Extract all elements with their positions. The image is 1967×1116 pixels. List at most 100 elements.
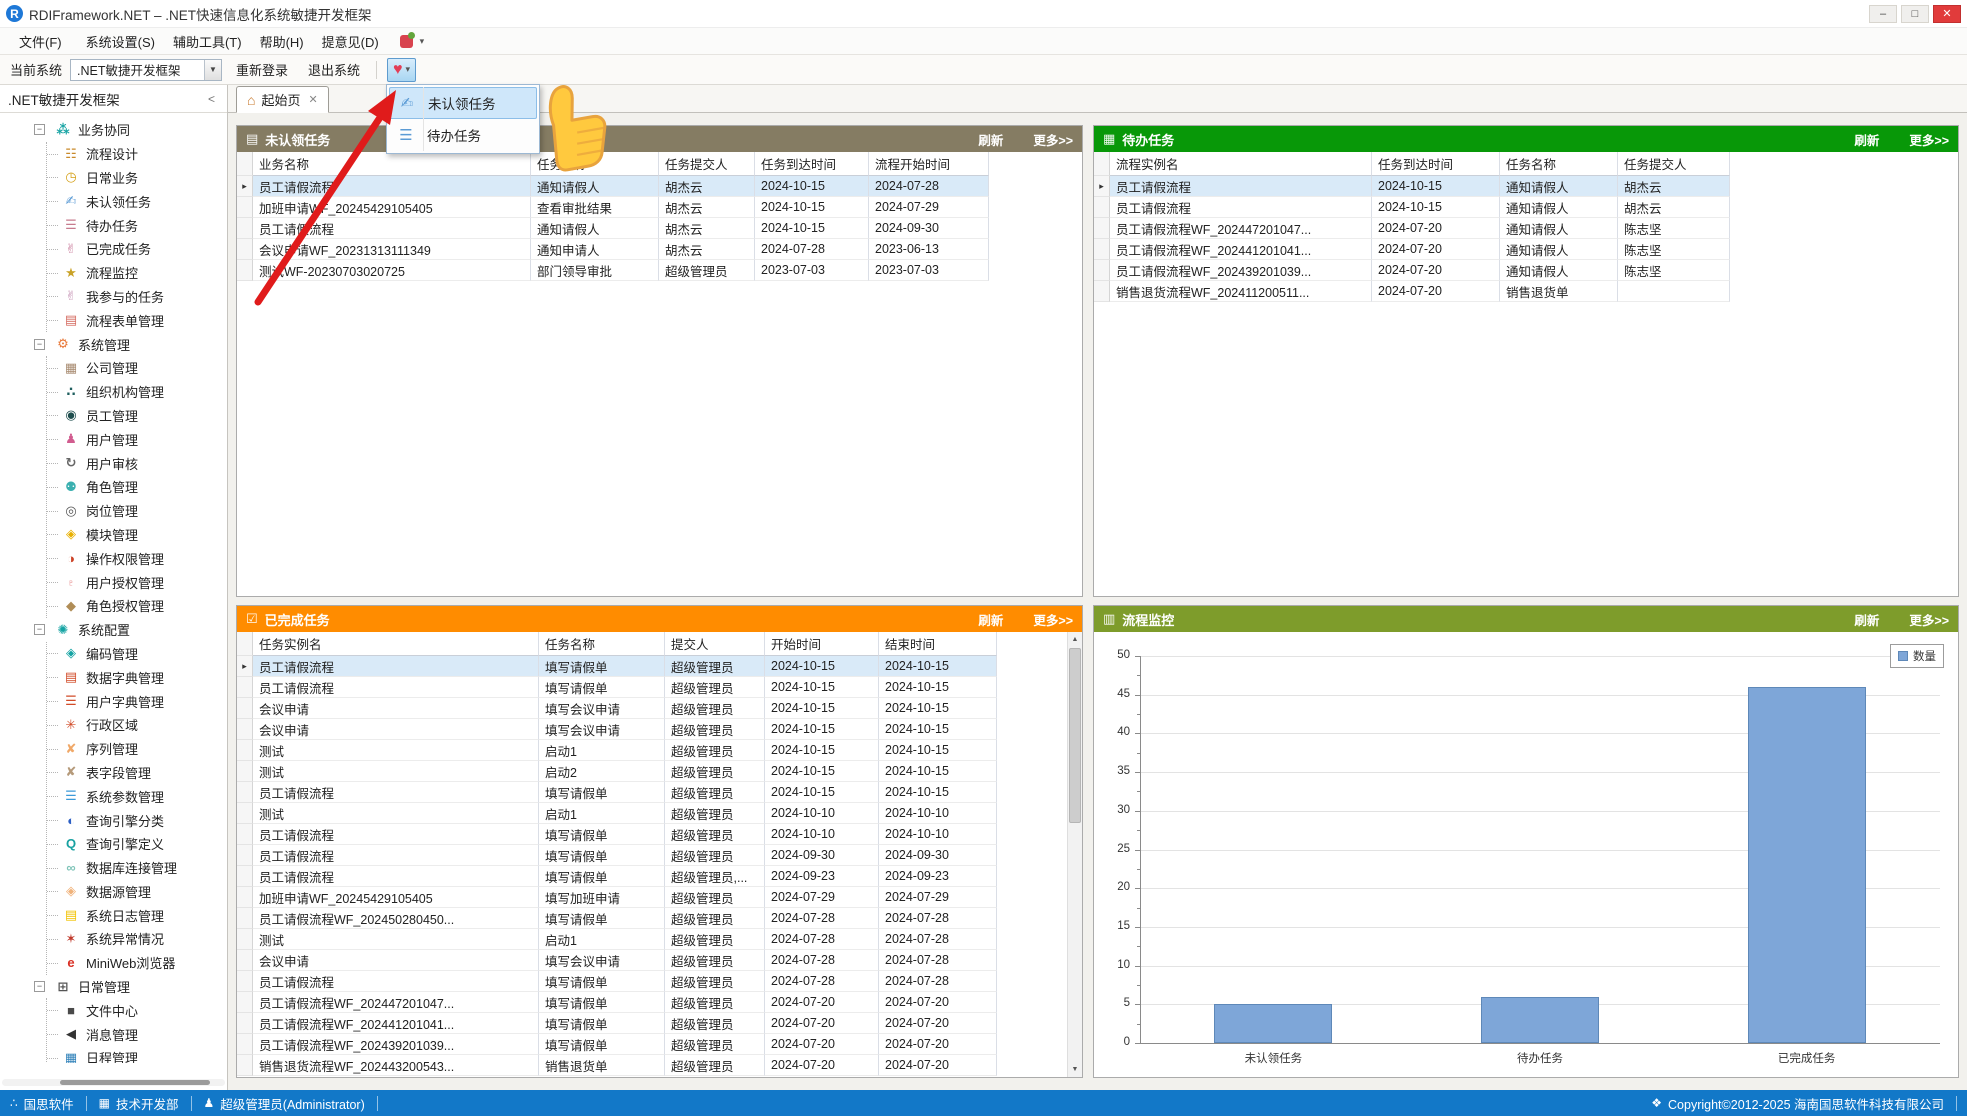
tree-item[interactable]: ◈ 模块管理 bbox=[47, 523, 227, 547]
tree-item[interactable]: ▤ 流程表单管理 bbox=[47, 308, 227, 332]
menu-item-1[interactable]: 文件(F) bbox=[10, 32, 71, 53]
close-button[interactable]: ✕ bbox=[1933, 4, 1961, 23]
table-row[interactable]: 员工请假流程WF_202441201041... 填写请假单 超级管理员 2024-0… bbox=[237, 1013, 1082, 1034]
tree-item[interactable]: ◆ 角色授权管理 bbox=[47, 594, 227, 618]
tree-item[interactable]: ▤ 数据字典管理 bbox=[47, 665, 227, 689]
table-row[interactable]: 测试WF-20230703020725 部门领导审批 超级管理员 2023-07-03… bbox=[237, 260, 1082, 281]
maximize-button[interactable]: □ bbox=[1901, 4, 1929, 23]
table-row[interactable]: ▸ 员工请假流程 填写请假单 超级管理员 2024-10-15 2024-10-15 bbox=[237, 656, 1082, 677]
column-header[interactable]: 任务名称 bbox=[539, 632, 665, 656]
vertical-scrollbar[interactable]: ▲ ▼ bbox=[1067, 632, 1082, 1077]
relogin-button[interactable]: 重新登录 bbox=[230, 57, 294, 82]
table-row[interactable]: 销售退货流程WF_202443200543... 销售退货单 超级管理员 2024-0… bbox=[237, 1055, 1082, 1076]
table-row[interactable]: 员工请假流程 填写请假单 超级管理员 2024-10-15 2024-10-15 bbox=[237, 677, 1082, 698]
tree-item[interactable]: ✳ 行政区域 bbox=[47, 713, 227, 737]
favorites-button[interactable]: ♥ ▾ bbox=[387, 57, 417, 82]
tree-item[interactable]: ◐ 查询引擎分类 bbox=[47, 808, 227, 832]
collapse-sidebar-button[interactable]: < bbox=[204, 92, 219, 106]
menu-item-3[interactable]: 辅助工具(T) bbox=[164, 32, 251, 53]
tree-item[interactable]: ↻ 用户审核 bbox=[47, 451, 227, 475]
table-row[interactable]: 员工请假流程WF_202439201039... 2024-07-20 通知请假人陈… bbox=[1094, 260, 1958, 281]
table-row[interactable]: 测试 启动1 超级管理员 2024-07-28 2024-07-28 bbox=[237, 929, 1082, 950]
column-header[interactable]: 任务提交人 bbox=[1618, 152, 1730, 176]
tab-home[interactable]: ⌂ 起始页 ✕ bbox=[236, 86, 329, 113]
column-header[interactable]: 开始时间 bbox=[765, 632, 879, 656]
table-row[interactable]: 员工请假流程WF_202439201039... 填写请假单 超级管理员 2024-0… bbox=[237, 1034, 1082, 1055]
tree-item[interactable]: ◀ 消息管理 bbox=[47, 1022, 227, 1046]
table-row[interactable]: 测试 启动1 超级管理员 2024-10-10 2024-10-10 bbox=[237, 803, 1082, 824]
close-tab-icon[interactable]: ✕ bbox=[308, 93, 317, 106]
tree-item[interactable]: ☷ 流程设计 bbox=[47, 142, 227, 166]
tree-item[interactable]: − ⊞ 日常管理 bbox=[0, 975, 227, 999]
tree-item[interactable]: ☰ 系统参数管理 bbox=[47, 784, 227, 808]
tree-item[interactable]: ∴ 组织机构管理 bbox=[47, 380, 227, 404]
menu-item-5[interactable]: 提意见(D) bbox=[313, 32, 388, 53]
tree-item[interactable]: ▦ 日程管理 bbox=[47, 1046, 227, 1063]
tree-item[interactable]: Q 查询引擎定义 bbox=[47, 832, 227, 856]
tree-item[interactable]: ◎ 岗位管理 bbox=[47, 499, 227, 523]
column-header[interactable]: 任务提交人 bbox=[659, 152, 755, 176]
exit-system-button[interactable]: 退出系统 bbox=[302, 57, 366, 82]
tree-item[interactable]: ☰ 待办任务 bbox=[47, 213, 227, 237]
table-row[interactable]: 员工请假流程 填写请假单 超级管理员 2024-07-28 2024-07-28 bbox=[237, 971, 1082, 992]
tree-item[interactable]: ◈ 数据源管理 bbox=[47, 880, 227, 904]
scrollbar-thumb[interactable] bbox=[60, 1080, 210, 1085]
donate-icon[interactable] bbox=[399, 31, 415, 48]
table-row[interactable]: 员工请假流程 通知请假人 胡杰云 2024-10-15 2024-09-30 bbox=[237, 218, 1082, 239]
more-button[interactable]: 更多>> bbox=[1909, 610, 1949, 629]
table-row[interactable]: 员工请假流程 2024-10-15 通知请假人 胡杰云 bbox=[1094, 197, 1958, 218]
scroll-up-icon[interactable]: ▲ bbox=[1068, 632, 1082, 647]
tree-item[interactable]: ◉ 员工管理 bbox=[47, 404, 227, 428]
table-row[interactable]: 员工请假流程WF_202447201047... 填写请假单 超级管理员 2024-0… bbox=[237, 992, 1082, 1013]
table-row[interactable]: 测试 启动1 超级管理员 2024-10-15 2024-10-15 bbox=[237, 740, 1082, 761]
tree-item[interactable]: ✍ 未认领任务 bbox=[47, 189, 227, 213]
column-header[interactable]: 业务名称 bbox=[253, 152, 531, 176]
tree-item[interactable]: − ⚙ 系统管理 bbox=[0, 332, 227, 356]
table-row[interactable]: 会议申请 填写会议申请 超级管理员 2024-10-15 2024-10-15 bbox=[237, 719, 1082, 740]
scrollbar-thumb[interactable] bbox=[1069, 648, 1081, 823]
tree-item[interactable]: ▦ 公司管理 bbox=[47, 356, 227, 380]
tree-item[interactable]: − ⁂ 业务协同 bbox=[0, 118, 227, 142]
status-item-2[interactable]: ▦ 技术开发部 bbox=[99, 1094, 179, 1113]
table-row[interactable]: ▸ 员工请假流程 通知请假人 胡杰云 2024-10-15 2024-07-28 bbox=[237, 176, 1082, 197]
tree-item[interactable]: ★ 流程监控 bbox=[47, 261, 227, 285]
column-header[interactable]: 任务到达时间 bbox=[755, 152, 869, 176]
menu-item-2[interactable]: 系统设置(S) bbox=[77, 32, 164, 53]
tree-item[interactable]: ♇ 用户授权管理 bbox=[47, 570, 227, 594]
combo-dropdown-icon[interactable]: ▼ bbox=[204, 59, 222, 80]
table-row[interactable]: 员工请假流程 填写请假单 超级管理员 2024-09-30 2024-09-30 bbox=[237, 845, 1082, 866]
minimize-button[interactable]: – bbox=[1869, 4, 1897, 23]
table-row[interactable]: 员工请假流程 填写请假单 超级管理员 2024-10-10 2024-10-10 bbox=[237, 824, 1082, 845]
table-row[interactable]: 加班申请WF_20245429105405 填写加班申请 超级管理员 2024-07-… bbox=[237, 887, 1082, 908]
table-row[interactable]: 员工请假流程 填写请假单 超级管理员,... 2024-09-23 2024-09-23 bbox=[237, 866, 1082, 887]
table-row[interactable]: 会议申请 填写会议申请 超级管理员 2024-10-15 2024-10-15 bbox=[237, 698, 1082, 719]
column-header[interactable]: 提交人 bbox=[665, 632, 765, 656]
refresh-button[interactable]: 刷新 bbox=[978, 130, 1003, 149]
column-header[interactable]: 结束时间 bbox=[879, 632, 997, 656]
status-item-1[interactable]: ∴ 国思软件 bbox=[10, 1094, 74, 1113]
column-header[interactable]: 任务到达时间 bbox=[1372, 152, 1500, 176]
tree-item[interactable]: − ✺ 系统配置 bbox=[0, 618, 227, 642]
table-row[interactable]: ▸ 员工请假流程 2024-10-15 通知请假人 胡杰云 bbox=[1094, 176, 1958, 197]
tree-item[interactable]: ∞ 数据库连接管理 bbox=[47, 856, 227, 880]
table-row[interactable]: 会议申请 填写会议申请 超级管理员 2024-07-28 2024-07-28 bbox=[237, 950, 1082, 971]
column-header[interactable]: 流程开始时间 bbox=[869, 152, 989, 176]
tree-item[interactable]: ✌ 已完成任务 bbox=[47, 237, 227, 261]
tree-item[interactable]: ◷ 日常业务 bbox=[47, 166, 227, 190]
menu-item-4[interactable]: 帮助(H) bbox=[251, 32, 313, 53]
refresh-button[interactable]: 刷新 bbox=[1854, 130, 1879, 149]
table-row[interactable]: 会议申请WF_20231313111349 通知申请人 胡杰云 2024-07-28 2… bbox=[237, 239, 1082, 260]
tree-item[interactable]: ✘ 表字段管理 bbox=[47, 761, 227, 785]
tree-item[interactable]: e MiniWeb浏览器 bbox=[47, 951, 227, 975]
tree-item[interactable]: ✶ 系统异常情况 bbox=[47, 927, 227, 951]
column-header[interactable]: 任务实例名 bbox=[253, 632, 539, 656]
table-row[interactable]: 员工请假流程WF_202450280450... 填写请假单 超级管理员 2024-0… bbox=[237, 908, 1082, 929]
tree-item[interactable]: ✌ 我参与的任务 bbox=[47, 285, 227, 309]
expander-collapse-icon[interactable]: − bbox=[34, 981, 45, 993]
system-combobox[interactable]: .NET敏捷开发框架 ▼ bbox=[70, 58, 223, 81]
favorites-menu-item[interactable]: ☰ 待办任务 bbox=[389, 119, 537, 151]
tree-item[interactable]: ♟ 用户管理 bbox=[47, 427, 227, 451]
expander-collapse-icon[interactable]: − bbox=[34, 624, 45, 636]
table-row[interactable]: 销售退货流程WF_202411200511... 2024-07-20 销售退货单 bbox=[1094, 281, 1958, 302]
tree-item[interactable]: ▤ 系统日志管理 bbox=[47, 903, 227, 927]
